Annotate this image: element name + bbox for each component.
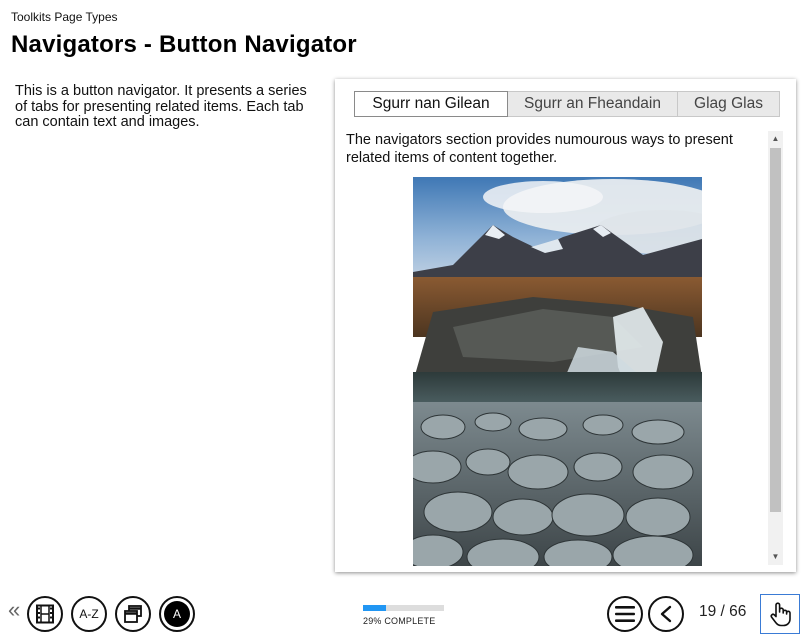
double-chevron-left-icon[interactable]: «	[8, 599, 20, 621]
tab-sgurr-an-fheandain[interactable]: Sgurr an Fheandain	[508, 91, 678, 117]
windows-button[interactable]	[115, 596, 151, 632]
intro-text: This is a button navigator. It presents …	[15, 83, 307, 130]
scroll-thumb[interactable]	[770, 148, 781, 512]
film-icon	[36, 604, 54, 624]
progress-indicator: 29% COMPLETE	[363, 605, 444, 626]
breadcrumb: Toolkits Page Types	[11, 10, 118, 24]
accessibility-button[interactable]: A	[159, 596, 195, 632]
glossary-icon: A-Z	[79, 607, 99, 621]
tab-bar: Sgurr nan Gilean Sgurr an Fheandain Glag…	[354, 91, 780, 117]
button-navigator-panel: Sgurr nan Gilean Sgurr an Fheandain Glag…	[335, 79, 796, 572]
scroll-up-arrow-icon[interactable]: ▲	[768, 131, 783, 147]
tab-sgurr-nan-gilean[interactable]: Sgurr nan Gilean	[354, 91, 508, 117]
mountain-waterfall-photo	[413, 177, 702, 566]
hand-pointer-icon	[770, 602, 791, 627]
chevron-left-icon	[660, 605, 672, 623]
accessibility-icon: A	[164, 601, 190, 627]
tab-glag-glas[interactable]: Glag Glas	[678, 91, 780, 117]
windows-icon	[124, 605, 142, 623]
progress-track	[363, 605, 444, 611]
page-counter: 19 / 66	[699, 603, 747, 620]
previous-button[interactable]	[648, 596, 684, 632]
page-title: Navigators - Button Navigator	[11, 31, 357, 58]
tab-content-text: The navigators section provides numourou…	[346, 132, 733, 166]
menu-button[interactable]	[607, 596, 643, 632]
footer-toolbar: « A-Z A 29% COMPLETE 19 / 66	[0, 590, 805, 635]
scroll-down-arrow-icon[interactable]: ▼	[768, 549, 783, 565]
tab-content: The navigators section provides numourou…	[346, 131, 766, 566]
media-button[interactable]	[27, 596, 63, 632]
progress-label: 29% COMPLETE	[363, 616, 436, 626]
hamburger-icon	[615, 606, 635, 622]
next-button[interactable]	[760, 594, 800, 634]
content-scrollbar[interactable]: ▲ ▼	[768, 131, 783, 565]
glossary-button[interactable]: A-Z	[71, 596, 107, 632]
progress-fill	[363, 605, 387, 611]
